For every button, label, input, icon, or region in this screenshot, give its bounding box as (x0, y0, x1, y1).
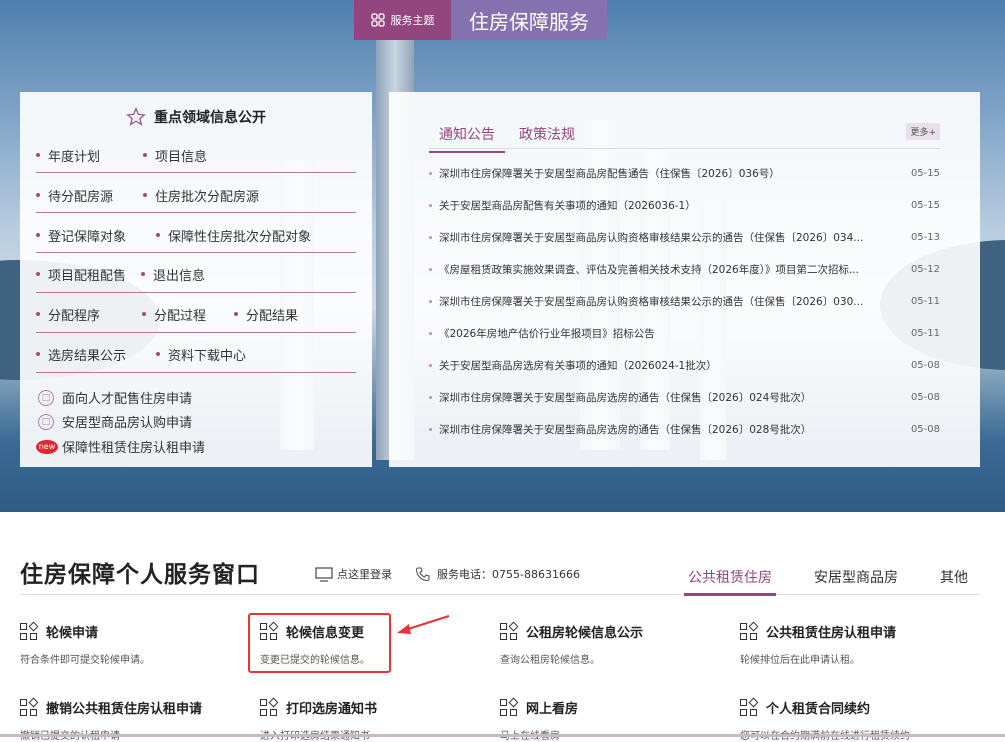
info-link-exit-info[interactable]: 退出信息 (141, 265, 205, 284)
info-row: 项目配租配售 退出信息 (36, 262, 356, 286)
bullet-icon (429, 203, 432, 207)
tab-affordable-housing[interactable]: 安居型商品房 (814, 567, 898, 587)
news-item[interactable]: 深圳市住房保障署关于安居型商品房选房的通告（住保售〔2026〕028号批次） 05… (429, 419, 940, 439)
bullet-icon (429, 363, 432, 367)
news-item[interactable]: 关于安居型商品房配售有关事项的通知（2026036-1） 05-15 (429, 195, 940, 215)
new-badge-icon: new (36, 439, 58, 454)
bullet-icon (36, 272, 40, 276)
tab-notices[interactable]: 通知公告 (429, 124, 505, 153)
bullet-icon (429, 171, 432, 175)
info-row: 年度计划 项目信息 (36, 143, 356, 167)
bullet-icon (142, 312, 146, 316)
info-link-process[interactable]: 分配过程 (142, 305, 234, 324)
news-tabs: 通知公告 政策法规 更多+ (429, 122, 940, 153)
divider (36, 172, 356, 173)
service-waiting-info-publicity[interactable]: 公租房轮候信息公示 查询公租房轮候信息。 (500, 621, 730, 666)
service-waiting-apply[interactable]: 轮候申请 符合条件即可提交轮候申请。 (20, 621, 250, 666)
tab-divider (20, 594, 980, 595)
bullet-icon (234, 312, 238, 316)
service-rental-apply[interactable]: 公共租赁住房认租申请 轮候排位后在此申请认租。 (740, 621, 970, 666)
news-item[interactable]: 深圳市住房保障署关于安居型商品房认购资格审核结果公示的通告（住保售〔2026〕0… (429, 291, 940, 311)
bullet-icon (141, 272, 145, 276)
login-link[interactable]: 点这里登录 (315, 566, 392, 582)
info-link-project-rental[interactable]: 项目配租配售 (36, 265, 141, 284)
document-circle-icon: □ (38, 413, 54, 430)
info-link-batch-objects[interactable]: 保障性住房批次分配对象 (156, 226, 311, 245)
service-phone: 服务电话：0755-88631666 (415, 566, 580, 582)
news-item[interactable]: 关于安居型商品房选房有关事项的通知（2026024-1批次） 05-08 (429, 355, 940, 375)
talent-housing-apply-link[interactable]: □ 面向人才配售住房申请 (38, 388, 192, 407)
bullet-icon (156, 352, 160, 356)
news-item[interactable]: 深圳市住房保障署关于安居型商品房选房的通告（住保售〔2026〕024号批次） 05… (429, 387, 940, 407)
tab-other[interactable]: 其他 (940, 567, 968, 587)
bullet-icon (36, 233, 40, 237)
info-link-project-info[interactable]: 项目信息 (143, 146, 207, 165)
divider (36, 292, 356, 293)
annotation-arrow-icon (397, 614, 450, 634)
more-button[interactable]: 更多+ (906, 123, 940, 140)
info-link-pending-housing[interactable]: 待分配房源 (36, 186, 143, 205)
bullet-icon (36, 153, 40, 157)
info-link-procedure[interactable]: 分配程序 (36, 305, 142, 324)
theme-title: 住房保障服务 (451, 0, 607, 40)
affordable-housing-apply-link[interactable]: □ 安居型商品房认购申请 (38, 412, 192, 431)
app-grid-icon (500, 697, 519, 717)
app-grid-icon (740, 621, 759, 641)
divider (36, 332, 356, 333)
info-link-download-center[interactable]: 资料下载中心 (156, 345, 246, 364)
bullet-icon (143, 193, 147, 197)
theme-tag-label: 服务主题 (390, 14, 435, 27)
divider (36, 212, 356, 213)
theme-label-box[interactable]: 服务主题 (354, 0, 451, 40)
info-link-annual-plan[interactable]: 年度计划 (36, 146, 143, 165)
bullet-icon (143, 153, 147, 157)
app-grid-icon (20, 621, 39, 641)
app-grid-icon (740, 697, 759, 717)
app-grid-icon (500, 621, 519, 641)
app-grid-icon (260, 697, 279, 717)
app-grid-icon (20, 697, 39, 717)
divider (36, 252, 356, 253)
info-row: 登记保障对象 保障性住房批次分配对象 (36, 223, 356, 247)
news-item[interactable]: 深圳市住房保障署关于安居型商品房配售通告（住保售〔2026〕036号） 05-15 (429, 163, 940, 183)
service-window-title: 住房保障个人服务窗口 (20, 562, 260, 588)
star-icon (126, 107, 146, 126)
monitor-icon (315, 566, 333, 582)
bullet-icon (36, 193, 40, 197)
info-link-result[interactable]: 分配结果 (234, 305, 298, 324)
news-item[interactable]: 深圳市住房保障署关于安居型商品房认购资格审核结果公示的通告（住保售〔2026〕0… (429, 227, 940, 247)
bullet-icon (429, 395, 432, 399)
bullet-icon (429, 331, 432, 335)
key-info-panel: 重点领域信息公开 年度计划 项目信息 待分配房源 住房批次分配房源 登记保障对象… (20, 92, 372, 467)
bullet-icon (156, 233, 160, 237)
active-tab-indicator (684, 593, 776, 596)
info-row: 待分配房源 住房批次分配房源 (36, 183, 356, 207)
service-theme-tag: 服务主题 住房保障服务 (354, 0, 607, 40)
key-info-title: 重点领域信息公开 (20, 107, 372, 127)
highlight-box (248, 613, 391, 673)
info-row: 选房结果公示 资料下载中心 (36, 342, 356, 366)
info-row: 分配程序 分配过程 分配结果 (36, 302, 356, 326)
tab-policies[interactable]: 政策法规 (519, 124, 575, 144)
bullet-icon (36, 352, 40, 356)
info-link-selection-results[interactable]: 选房结果公示 (36, 345, 156, 364)
news-item[interactable]: 《房屋租赁政策实施效果调查、评估及完善相关技术支持（2026年度）》项目第二次招… (429, 259, 940, 279)
bullet-icon (429, 299, 432, 303)
document-circle-icon: □ (38, 389, 54, 406)
bullet-icon (429, 267, 432, 271)
news-panel: 通知公告 政策法规 更多+ 深圳市住房保障署关于安居型商品房配售通告（住保售〔2… (389, 92, 980, 467)
info-link-registered-objects[interactable]: 登记保障对象 (36, 226, 156, 245)
grid-icon (370, 13, 385, 27)
rental-housing-apply-link[interactable]: new 保障性租赁住房认租申请 (36, 437, 205, 456)
news-item[interactable]: 《2026年房地产估价行业年报项目》招标公告 05-11 (429, 323, 940, 343)
phone-icon (415, 567, 430, 582)
info-link-batch-housing[interactable]: 住房批次分配房源 (143, 186, 259, 205)
divider (36, 372, 356, 373)
key-info-title-text: 重点领域信息公开 (154, 110, 266, 126)
bullet-icon (36, 312, 40, 316)
tab-public-rental-housing[interactable]: 公共租赁住房 (688, 567, 772, 587)
bullet-icon (429, 235, 432, 239)
bullet-icon (429, 427, 432, 431)
